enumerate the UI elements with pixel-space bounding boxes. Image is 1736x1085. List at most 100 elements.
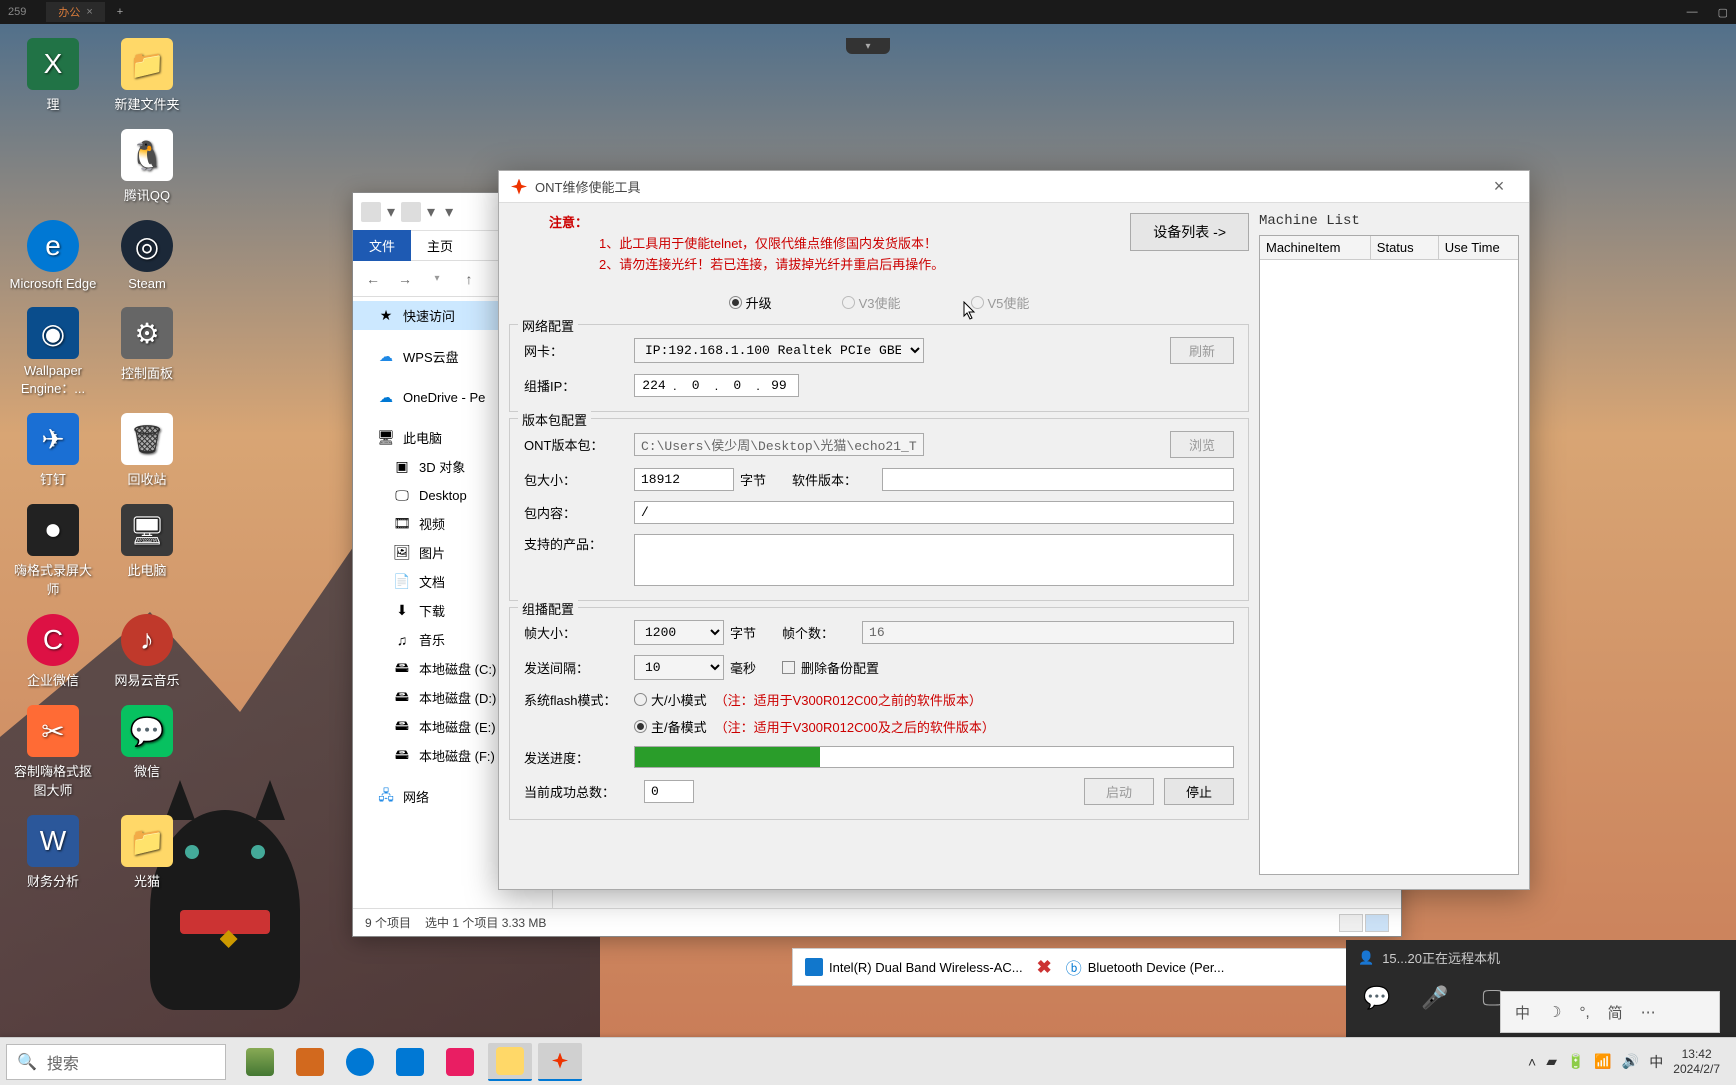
active-tab[interactable]: 办公 ×	[46, 2, 104, 22]
up-button[interactable]: ↑	[457, 271, 481, 287]
date-text: 2024/2/7	[1673, 1062, 1720, 1076]
desktop-icon[interactable]: W财务分析	[8, 815, 98, 890]
task-app[interactable]	[288, 1043, 332, 1081]
desktop-icon[interactable]: 🐧腾讯QQ	[102, 129, 192, 204]
tab-label: 办公	[58, 4, 80, 20]
flash-main-note: （注：适用于V300R012C00及之后的软件版本）	[715, 717, 995, 736]
tray-wifi-icon[interactable]: 📶	[1594, 1053, 1611, 1070]
maximize-icon[interactable]: ▢	[1718, 6, 1728, 19]
ime-settings-icon[interactable]: ⋯	[1637, 1001, 1660, 1023]
desktop-icon-thispc[interactable]: 🖥此电脑	[102, 504, 192, 598]
package-path-input[interactable]	[634, 433, 924, 456]
mic-icon[interactable]: 🎤	[1420, 983, 1450, 1013]
ime-bar[interactable]: 中 ☽ °, 简 ⋯	[1500, 991, 1720, 1033]
view-icons-button[interactable]	[1365, 914, 1389, 932]
interval-select[interactable]: 10	[634, 655, 724, 680]
ont-titlebar[interactable]: ONT维修使能工具 ×	[499, 171, 1529, 203]
radio-upgrade[interactable]: 升级	[729, 293, 772, 312]
package-path-label: ONT版本包：	[524, 435, 624, 454]
chat-icon[interactable]: 💬	[1362, 983, 1392, 1013]
desktop: X理 📁新建文件夹 🐧腾讯QQ eMicrosoft Edge ◎Steam ◉…	[0, 30, 200, 898]
col-machineitem[interactable]: MachineItem	[1260, 236, 1371, 259]
refresh-button[interactable]: 刷新	[1170, 337, 1234, 364]
desktop-icon[interactable]: 📁光猫	[102, 815, 192, 890]
nic-select[interactable]: IP:192.168.1.100 Realtek PCIe GBE Family…	[634, 338, 924, 363]
view-details-button[interactable]	[1339, 914, 1363, 932]
ip-octet-1[interactable]	[635, 375, 673, 396]
products-textarea[interactable]	[634, 534, 1234, 586]
new-tab-button[interactable]: +	[105, 6, 135, 18]
minimize-icon[interactable]: —	[1687, 6, 1698, 19]
radio-flash-main[interactable]: 主/备模式	[634, 717, 707, 736]
desktop-icon[interactable]: 📁新建文件夹	[102, 38, 192, 113]
machine-table[interactable]: MachineItem Status Use Time	[1259, 235, 1519, 875]
radio-flash-small[interactable]: 大/小模式	[634, 690, 707, 709]
desktop-icon-recycle[interactable]: 🗑回收站	[102, 413, 192, 488]
ip-octet-3[interactable]	[718, 375, 756, 396]
desktop-icon[interactable]: ✈钉钉	[8, 413, 98, 488]
tray-volume-icon[interactable]: 🔊	[1622, 1053, 1639, 1070]
swver-input[interactable]	[882, 468, 1234, 491]
task-app[interactable]	[438, 1043, 482, 1081]
delete-backup-checkbox[interactable]: 删除备份配置	[782, 658, 879, 677]
close-tab-icon[interactable]: ×	[86, 6, 92, 18]
success-count-input[interactable]	[644, 780, 694, 803]
content-input[interactable]	[634, 501, 1234, 524]
desktop-icon[interactable]: ✂容制嗨格式抠图大师	[8, 705, 98, 799]
ime-punct[interactable]: °,	[1575, 1002, 1593, 1023]
device-bluetooth[interactable]: ⓑBluetooth Device (Per...	[1066, 955, 1225, 979]
multicast-ip-input[interactable]: . . .	[634, 374, 799, 397]
tab-number: 259	[8, 6, 26, 18]
radio-v5[interactable]: V5使能	[971, 293, 1030, 312]
col-status[interactable]: Status	[1371, 236, 1439, 259]
back-button[interactable]: ←	[361, 271, 385, 287]
desktop-icon[interactable]: ⚙控制面板	[102, 307, 192, 397]
close-button[interactable]: ×	[1479, 173, 1519, 201]
desktop-icon[interactable]: ♪网易云音乐	[102, 614, 192, 689]
ribbon-tab-home[interactable]: 主页	[411, 230, 469, 261]
task-app-explorer[interactable]	[488, 1043, 532, 1081]
col-usetime[interactable]: Use Time	[1439, 236, 1518, 259]
ip-octet-4[interactable]	[760, 375, 798, 396]
task-app[interactable]	[238, 1043, 282, 1081]
frame-count-input[interactable]	[862, 621, 1234, 644]
desktop-icon[interactable]: C企业微信	[8, 614, 98, 689]
tray-up-icon[interactable]: ˄	[1528, 1054, 1536, 1070]
cube-icon: ▣	[393, 458, 411, 476]
start-button[interactable]: 启动	[1084, 778, 1154, 805]
machine-list-panel: Machine List MachineItem Status Use Time	[1259, 213, 1519, 879]
task-app-edge[interactable]	[338, 1043, 382, 1081]
history-dropdown[interactable]: ▾	[425, 273, 449, 284]
desktop-icon[interactable]: X理	[8, 38, 98, 113]
frame-size-select[interactable]: 1200	[634, 620, 724, 645]
task-app-huawei[interactable]	[538, 1043, 582, 1081]
device-list-button[interactable]: 设备列表 ->	[1130, 213, 1249, 251]
dropdown-handle[interactable]: ▾	[846, 38, 890, 54]
stop-button[interactable]: 停止	[1164, 778, 1234, 805]
ime-zhong[interactable]: 中	[1511, 1000, 1534, 1025]
task-app[interactable]	[388, 1043, 432, 1081]
tray-battery-icon[interactable]: 🔋	[1567, 1053, 1584, 1070]
forward-button[interactable]: →	[393, 271, 417, 287]
browse-button[interactable]: 浏览	[1170, 431, 1234, 458]
desktop-icon-steam[interactable]: ◎Steam	[102, 220, 192, 291]
tray-clock[interactable]: 13:42 2024/2/7	[1673, 1047, 1720, 1076]
desktop-icon-edge[interactable]: eMicrosoft Edge	[8, 220, 98, 291]
size-input[interactable]	[634, 468, 734, 491]
ribbon-tab-file[interactable]: 文件	[353, 230, 411, 261]
desktop-icon[interactable]: ⏺嗨格式录屏大师	[8, 504, 98, 598]
radio-v3[interactable]: V3使能	[842, 293, 901, 312]
tray-todesk-icon[interactable]: ▰	[1546, 1053, 1557, 1070]
desktop-icon[interactable]: ◉Wallpaper Engine：...	[8, 307, 98, 397]
taskbar-search[interactable]: 🔍 搜索	[6, 1044, 226, 1080]
ime-moon-icon[interactable]: ☽	[1544, 1001, 1565, 1023]
qat-icon[interactable]	[401, 202, 421, 222]
device-intel[interactable]: Intel(R) Dual Band Wireless-AC...	[805, 958, 1023, 976]
tray-ime[interactable]: 中	[1649, 1052, 1663, 1072]
ip-octet-2[interactable]	[677, 375, 715, 396]
image-icon: 🖼	[393, 544, 411, 562]
desktop-icon-wechat[interactable]: 💬微信	[102, 705, 192, 799]
taskbar: 🔍 搜索 ˄ ▰ 🔋 📶 🔊 中 13:42 2024/2/7	[0, 1037, 1736, 1085]
device-remove[interactable]: ✖	[1037, 957, 1052, 978]
ime-jian[interactable]: 简	[1604, 1000, 1627, 1025]
